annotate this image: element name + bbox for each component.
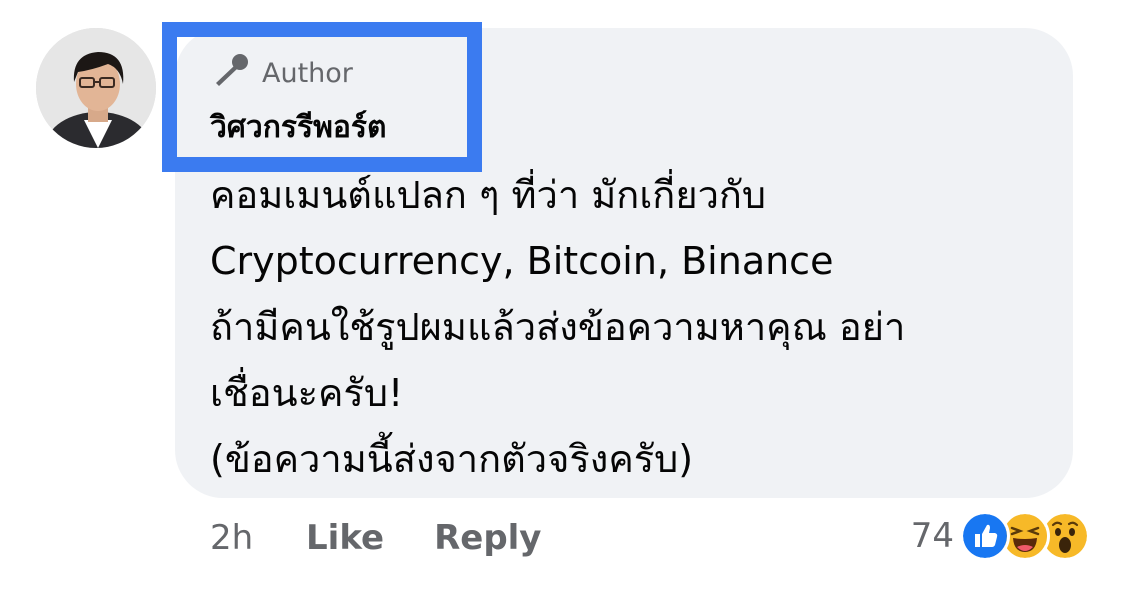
reactions-summary[interactable]: 74 xyxy=(911,511,1090,561)
like-icon xyxy=(960,511,1010,561)
timestamp[interactable]: 2h xyxy=(210,518,306,558)
comment-text: คอมเมนต์แปลก ๆ ที่ว่า มักเกี่ยวกับ Crypt… xyxy=(210,162,1060,492)
comment-line: คอมเมนต์แปลก ๆ ที่ว่า มักเกี่ยวกับ xyxy=(210,173,767,217)
comment-actions: 2h Like Reply xyxy=(210,518,591,558)
avatar[interactable] xyxy=(36,28,156,148)
comment-line: เชื่อนะครับ! xyxy=(210,371,404,415)
comment-line: (ข้อความนี้ส่งจากตัวจริงครับ) xyxy=(210,437,694,481)
comment-line: Cryptocurrency, Bitcoin, Binance xyxy=(210,239,834,283)
like-button[interactable]: Like xyxy=(306,518,384,558)
comment-line: ถ้ามีคนใช้รูปผมแล้วส่งข้อความหาคุณ อย่า xyxy=(210,305,906,349)
reaction-count: 74 xyxy=(910,516,954,556)
reply-button[interactable]: Reply xyxy=(434,518,541,558)
highlight-box xyxy=(162,22,482,172)
